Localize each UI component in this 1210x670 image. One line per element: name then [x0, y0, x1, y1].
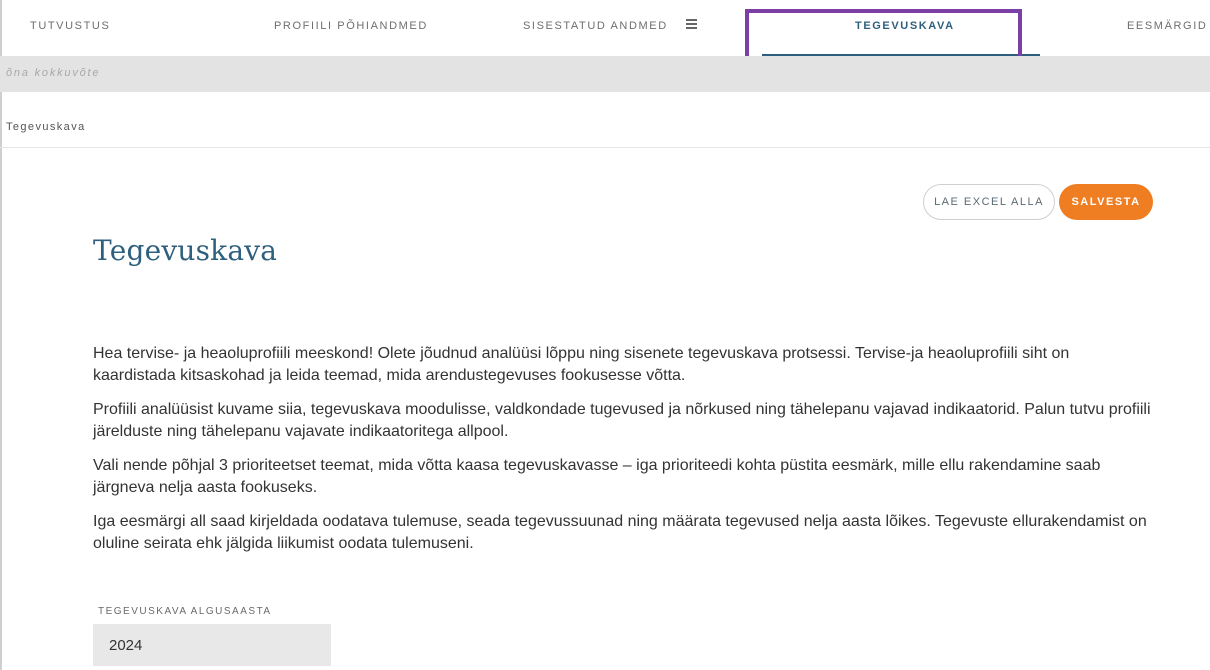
top-tab-bar: TUTVUSTUS PROFIILI PÕHIANDMED SISESTATUD…: [0, 0, 1210, 56]
breadcrumb-divider: [0, 147, 1210, 148]
summary-bar-label: õna kokkuvõte: [6, 67, 101, 79]
menu-icon[interactable]: [686, 19, 697, 30]
left-edge-border: [0, 0, 2, 670]
tab-eesmargid[interactable]: EESMÄRGID: [1127, 20, 1207, 32]
breadcrumb: Tegevuskava: [6, 121, 86, 133]
download-excel-button[interactable]: LAE EXCEL ALLA: [923, 184, 1055, 220]
intro-text: Hea tervise- ja heaoluprofiili meeskond!…: [93, 343, 1153, 567]
save-button[interactable]: SALVESTA: [1059, 184, 1153, 220]
tab-sisestatud-andmed[interactable]: SISESTATUD ANDMED: [523, 20, 668, 32]
intro-paragraph: Profiili analüüsist kuvame siia, tegevus…: [93, 401, 1151, 440]
start-year-label: TEGEVUSKAVA ALGUSAASTA: [98, 606, 272, 617]
tab-tutvustus[interactable]: TUTVUSTUS: [30, 20, 110, 32]
start-year-input[interactable]: [93, 624, 331, 666]
summary-bar[interactable]: õna kokkuvõte: [0, 56, 1210, 92]
tab-profiili-pohiandmed[interactable]: PROFIILI PÕHIANDMED: [274, 20, 428, 32]
intro-paragraph: Vali nende põhjal 3 prioriteetset teemat…: [93, 457, 1101, 496]
intro-paragraph: Iga eesmärgi all saad kirjeldada oodatav…: [93, 513, 1147, 552]
intro-paragraph: Hea tervise- ja heaoluprofiili meeskond!…: [93, 345, 1070, 384]
page-title: Tegevuskava: [93, 234, 278, 267]
